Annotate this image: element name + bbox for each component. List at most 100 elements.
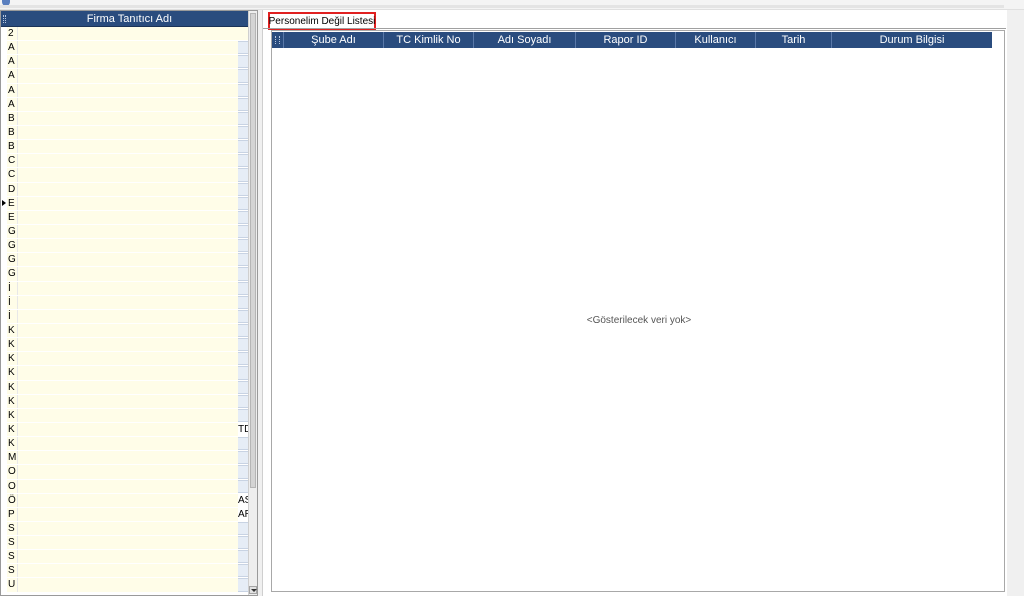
firm-name-cell-fill xyxy=(18,309,238,323)
firm-list-row[interactable]: B xyxy=(1,125,248,140)
firm-name-cell-fill xyxy=(18,366,238,380)
firm-list-row[interactable]: K xyxy=(1,338,248,352)
firm-list-row[interactable]: G xyxy=(1,267,248,281)
firm-name-cell-fill xyxy=(18,210,238,224)
firm-name-cell: K xyxy=(7,338,18,352)
firm-list-row[interactable]: C xyxy=(1,168,248,182)
scroll-down-arrow-icon[interactable] xyxy=(249,586,257,594)
firm-list-row[interactable]: E xyxy=(1,196,248,211)
firm-list-row[interactable]: K xyxy=(1,380,248,395)
firm-row-end-cell xyxy=(238,111,248,125)
column-header-adi-soyadi[interactable]: Adı Soyadı xyxy=(473,32,575,48)
firm-list-row[interactable]: O xyxy=(1,479,248,494)
firm-list-header[interactable]: Firma Tanıtıcı Adı xyxy=(1,11,248,27)
firm-name-cell-fill xyxy=(18,168,238,182)
firm-list-row[interactable]: S xyxy=(1,521,248,536)
firm-name-cell: A xyxy=(7,55,18,69)
top-scrollbar[interactable] xyxy=(0,5,1004,8)
firm-row-end-cell xyxy=(238,239,248,253)
column-header-tc-kimlik-no[interactable]: TC Kimlik No xyxy=(383,32,473,48)
firm-list-row[interactable]: K xyxy=(1,394,248,409)
column-header-sube-adi[interactable]: Şube Adı xyxy=(283,32,383,48)
column-header-rapor-id[interactable]: Rapor ID xyxy=(575,32,675,48)
column-header-tarih[interactable]: Tarih xyxy=(755,32,831,48)
firm-name-cell: Ö xyxy=(7,493,18,507)
row-indicator xyxy=(1,451,7,465)
row-indicator xyxy=(1,140,7,154)
firm-name-cell-fill xyxy=(18,140,238,154)
firm-list-row[interactable]: S xyxy=(1,550,248,564)
firm-list-row[interactable]: S xyxy=(1,564,248,578)
tab-label: Personelim Değil Listesi xyxy=(268,15,376,27)
firm-list-row[interactable]: K xyxy=(1,352,248,366)
firm-list-row[interactable]: İ xyxy=(1,295,248,310)
firm-name-cell-fill xyxy=(18,239,238,253)
firm-name-cell: C xyxy=(7,168,18,182)
firm-list-row[interactable]: İ xyxy=(1,281,248,296)
firm-name-cell-fill xyxy=(18,578,238,592)
firm-name-cell: A xyxy=(7,97,18,111)
firm-list-row[interactable]: C xyxy=(1,154,248,168)
firm-list-row[interactable]: İ xyxy=(1,309,248,324)
firm-row-end-cell xyxy=(238,253,248,267)
firm-row-end-cell xyxy=(238,451,248,465)
application-window: Firma Tanıtıcı Adı 2AAAAABBBCCDEEGGGGİİİ… xyxy=(0,0,1024,596)
firm-list-row[interactable]: P AR xyxy=(1,507,248,522)
firm-name-cell: P xyxy=(7,507,18,521)
firm-list-row[interactable]: G xyxy=(1,253,248,267)
column-header-durum-bilgisi[interactable]: Durum Bilgisi xyxy=(831,32,992,48)
firm-name-cell-fill xyxy=(18,493,238,507)
firm-name-cell-fill xyxy=(18,224,238,239)
firm-list-row[interactable]: G xyxy=(1,224,248,239)
firm-row-end-cell xyxy=(238,196,248,210)
firm-list-row[interactable]: S xyxy=(1,536,248,550)
firm-row-end-cell xyxy=(238,154,248,168)
firm-name-cell-fill xyxy=(18,550,238,564)
column-header-kullanici[interactable]: Kullanıcı xyxy=(675,32,755,48)
firm-list-row[interactable]: E xyxy=(1,210,248,225)
row-indicator xyxy=(1,239,7,253)
firm-list-row[interactable]: G xyxy=(1,239,248,253)
firm-name-cell: İ xyxy=(7,295,18,309)
firm-name-cell-fill xyxy=(18,41,238,55)
firm-name-cell: E xyxy=(7,196,18,210)
firm-list-row[interactable]: A xyxy=(1,97,248,112)
firm-name-cell-fill xyxy=(18,281,238,295)
firm-list-vertical-scrollbar[interactable] xyxy=(248,11,257,595)
firm-list-row[interactable]: M xyxy=(1,451,248,465)
firm-list-row[interactable]: K xyxy=(1,437,248,451)
row-indicator xyxy=(1,507,7,521)
firm-list-row[interactable]: U xyxy=(1,578,248,592)
firm-name-cell: 2 xyxy=(7,27,18,41)
firm-name-cell: M xyxy=(7,451,18,465)
firm-list-row[interactable]: A xyxy=(1,69,248,83)
firm-name-cell: C xyxy=(7,154,18,168)
firm-row-end-cell xyxy=(238,267,248,281)
firm-list-row[interactable]: A xyxy=(1,83,248,98)
firm-list-row[interactable]: K TD xyxy=(1,422,248,437)
firm-row-end-cell: AR xyxy=(238,507,248,521)
row-indicator xyxy=(1,125,7,140)
firm-list-row[interactable]: K xyxy=(1,323,248,338)
firm-list-row[interactable]: B xyxy=(1,140,248,154)
firm-name-cell: İ xyxy=(7,281,18,295)
firm-list-row[interactable]: K xyxy=(1,366,248,380)
firm-list-row[interactable]: K xyxy=(1,408,248,423)
firm-row-end-cell xyxy=(238,380,248,394)
firm-name-cell: O xyxy=(7,479,18,493)
firm-list-row[interactable]: B xyxy=(1,111,248,126)
row-indicator xyxy=(1,564,7,578)
firm-list-row[interactable]: O xyxy=(1,465,248,479)
scrollbar-thumb[interactable] xyxy=(250,13,256,488)
firm-list-row[interactable]: Ö AS xyxy=(1,493,248,508)
firm-row-end-cell xyxy=(238,281,248,295)
firm-row-end-cell xyxy=(238,168,248,182)
firm-list-row[interactable]: D xyxy=(1,182,248,197)
firm-row-end-cell xyxy=(238,479,248,493)
row-indicator xyxy=(1,521,7,536)
firm-list-row[interactable]: 2 xyxy=(1,27,248,41)
firm-list-row[interactable]: A xyxy=(1,41,248,55)
firm-name-cell: K xyxy=(7,437,18,451)
firm-list-row[interactable]: A xyxy=(1,55,248,69)
row-indicator xyxy=(1,550,7,564)
